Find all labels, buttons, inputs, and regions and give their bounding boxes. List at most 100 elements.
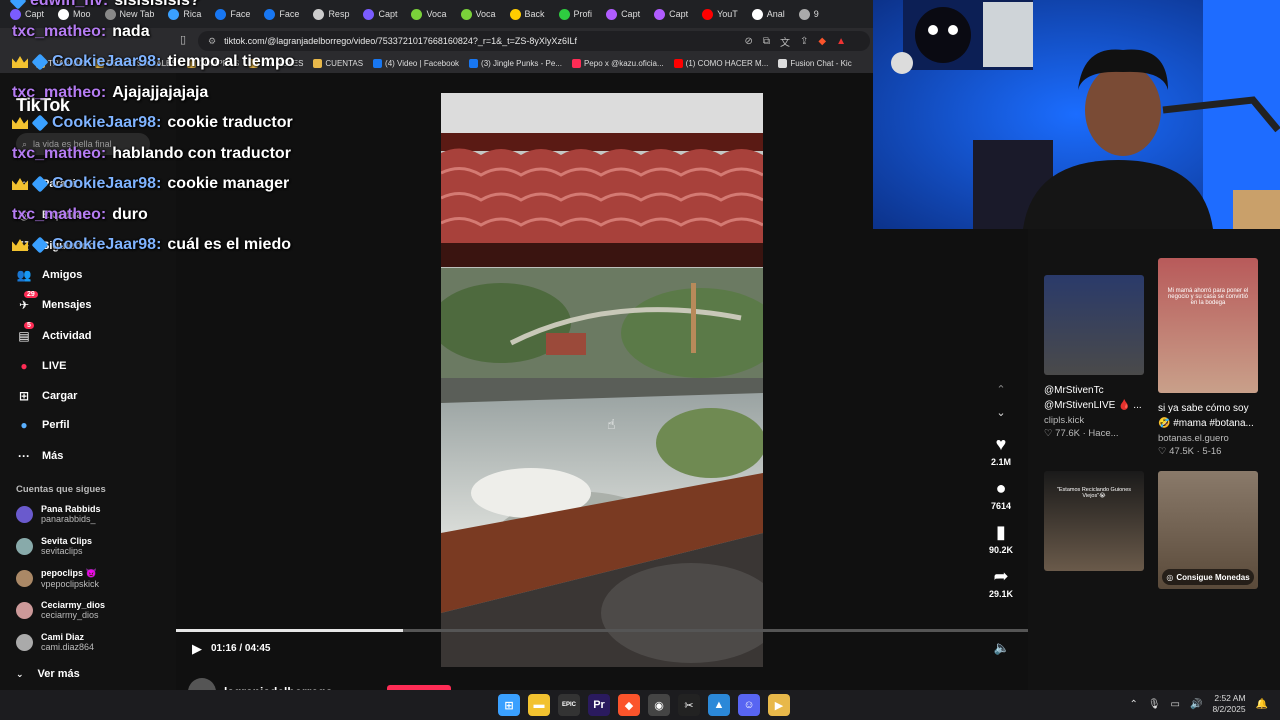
obs-icon[interactable]: ◉	[648, 694, 670, 716]
chat-separator: :	[100, 22, 107, 40]
bookmark-item[interactable]: CUENTAS	[313, 58, 363, 68]
account-name: Ceciarmy_dios	[41, 600, 106, 610]
browser-tab[interactable]: Profi	[553, 2, 599, 26]
sidebar-item-label: LIVE	[42, 360, 67, 372]
get-coins-button[interactable]: ◎ Consigue Monedas	[1162, 569, 1254, 585]
recommended-video-card[interactable]: ◎ Consigue Monedas	[1158, 471, 1258, 589]
sidebar-item-actividad[interactable]: ▤ 5 Actividad	[16, 322, 92, 344]
tab-label: Moo	[73, 9, 91, 19]
chevron-up-icon[interactable]: ⌃	[1129, 699, 1137, 710]
account-handle: panarabbids_	[41, 514, 96, 524]
photos-icon[interactable]: ▲	[708, 694, 730, 716]
author-handle: botanas.el.guero	[1158, 433, 1229, 444]
browser-tab[interactable]: Back	[504, 2, 551, 26]
volume-icon[interactable]: 🔈	[994, 640, 1010, 656]
video-thumbnail[interactable]	[1044, 275, 1144, 375]
video-thumbnail[interactable]: "Estamos Reciclando Guiones Viejos"😭	[1044, 471, 1144, 571]
bookmark-item[interactable]: (1) COMO HACER M...	[673, 58, 768, 68]
bookmark-label: Pepo x @kazu.oficia...	[583, 58, 664, 68]
speaker-icon[interactable]: 🔊	[1190, 699, 1202, 710]
bookmark-item[interactable]: Fusion Chat - Kic	[778, 58, 852, 68]
clock[interactable]: 2:52 AM 8/2/2025	[1212, 693, 1245, 715]
recommended-video-card[interactable]: "Estamos Reciclando Guiones Viejos"😭	[1044, 471, 1144, 571]
play-icon[interactable]: ▶	[192, 641, 202, 657]
video-thumbnail[interactable]: Mi mamá ahorró para poner el negocio y s…	[1158, 258, 1258, 393]
sidebar-item-live[interactable]: ● LIVE	[16, 358, 66, 374]
following-account[interactable]: Ceciarmy_dios ceciarmy_dios	[16, 600, 105, 620]
browser-tab[interactable]: Voca	[455, 2, 502, 26]
discord-icon[interactable]: ☺	[738, 694, 760, 716]
following-account[interactable]: pepoclips 👿 vpepoclipskick	[16, 568, 99, 589]
chat-separator: :	[100, 144, 107, 162]
browser-tab[interactable]: Capt	[648, 2, 694, 26]
chat-username: edwin_nv:	[30, 0, 108, 10]
browser-tab[interactable]: Resp	[307, 2, 355, 26]
following-header: Cuentas que sigues	[16, 484, 106, 495]
browser-tab[interactable]: Anal	[746, 2, 791, 26]
epic-games-icon[interactable]: EPIC	[558, 694, 580, 716]
brave-icon[interactable]: ◆	[618, 694, 640, 716]
chat-username-text: txc_matheo	[12, 22, 101, 40]
crown-badge-icon	[12, 178, 28, 190]
screen: Capt Moo New Tab Rica Face Face Resp Capt Voca Vo…	[0, 0, 1280, 720]
progress-bar[interactable]	[176, 629, 1028, 632]
account-name: Cami Diaz	[41, 632, 85, 642]
premiere-icon[interactable]: Pr	[588, 694, 610, 716]
browser-tab[interactable]: Capt	[600, 2, 646, 26]
capcut-icon[interactable]: ✂	[678, 694, 700, 716]
sidebar-item-mensajes[interactable]: ✈ 29 Mensajes	[16, 291, 92, 313]
bookmark-button[interactable]: ▮ 90.2K	[989, 521, 1013, 555]
chevron-down-icon[interactable]: ⌄	[996, 406, 1005, 419]
no-camera-icon[interactable]: ⊘	[744, 36, 752, 47]
sidebar-item-label: Cargar	[42, 390, 78, 402]
video-player[interactable]	[441, 93, 763, 667]
chat-separator: :	[156, 175, 162, 192]
share-page-icon[interactable]: ⇪	[800, 36, 808, 47]
heart-button[interactable]: ♥ 2.1M	[991, 433, 1011, 467]
cube-badge-icon	[31, 175, 49, 193]
sidebar-item-amigos[interactable]: 👥 Amigos	[16, 267, 83, 283]
chat-separator: :	[156, 53, 162, 70]
browser-tab[interactable]: Face	[258, 2, 305, 26]
chat-message: CookieJaar98: cookie manager	[12, 175, 289, 193]
sidebar-item-cargar[interactable]: ⊞ Cargar	[16, 388, 78, 404]
recommended-video-card[interactable]: @MrStivenTc @MrStivenLIVE 🩸 ... clipls.ki…	[1044, 275, 1144, 439]
following-account[interactable]: Pana Rabbids panarabbids_	[16, 504, 101, 524]
browser-tab[interactable]: Face	[209, 2, 256, 26]
rewards-icon[interactable]: ▲	[836, 36, 846, 47]
share-button[interactable]: ➦ 29.1K	[989, 565, 1013, 599]
browser-tab[interactable]: Capt	[357, 2, 403, 26]
following-account[interactable]: Cami Diaz cami.diaz864	[16, 632, 94, 652]
comment-button[interactable]: ● 7614	[991, 477, 1011, 511]
recommended-video-card[interactable]: Mi mamá ahorró para poner el negocio y s…	[1158, 258, 1258, 457]
sidebar-item-perfil[interactable]: ● Perfil	[16, 417, 69, 433]
translate-icon[interactable]: 文	[780, 34, 790, 49]
bookmark-star-icon[interactable]: ▯	[180, 33, 186, 46]
site-settings-icon[interactable]: ⚙	[208, 36, 216, 47]
notification-bell-icon[interactable]: 🔔	[1256, 699, 1268, 710]
browser-tab[interactable]: 9	[793, 2, 825, 26]
url-field[interactable]: ⚙ tiktok.com/@lagranjadelborrego/video/7…	[198, 31, 870, 51]
see-more-button[interactable]: ⌄ Ver más	[16, 668, 80, 680]
video-thumbnail[interactable]: ◎ Consigue Monedas	[1158, 471, 1258, 589]
video-title: si ya sabe cómo soy 🤣 #mama #botana...	[1158, 403, 1254, 429]
bookmark-item[interactable]: (4) Video | Facebook	[373, 58, 459, 68]
network-icon[interactable]: ▭	[1171, 699, 1180, 710]
tab-label: Voca	[426, 9, 447, 19]
bookmark-item[interactable]: (3) Jingle Punks - Pe...	[469, 58, 562, 68]
browser-tab[interactable]: YouT	[696, 2, 744, 26]
tab-favicon-icon	[460, 8, 472, 20]
sidebar-item-más[interactable]: ··· Más	[16, 448, 63, 464]
open-tab-icon[interactable]: ⧉	[763, 36, 770, 47]
following-account[interactable]: Sevita Clips sevitaclips	[16, 536, 92, 556]
profile-icon: ●	[20, 418, 28, 432]
bookmark-item[interactable]: Pepo x @kazu.oficia...	[571, 58, 664, 68]
windows-start-icon[interactable]: ⊞	[498, 694, 520, 716]
media-icon[interactable]: ▶	[768, 694, 790, 716]
file-explorer-icon[interactable]: ▬	[528, 694, 550, 716]
chevron-up-icon[interactable]: ⌃	[996, 383, 1005, 396]
chevron-down-icon: ⌄	[16, 668, 24, 679]
browser-tab[interactable]: Voca	[405, 2, 452, 26]
microphone-icon[interactable]: 🎙	[1148, 699, 1161, 710]
brave-shield-icon[interactable]: ◆	[818, 36, 826, 47]
